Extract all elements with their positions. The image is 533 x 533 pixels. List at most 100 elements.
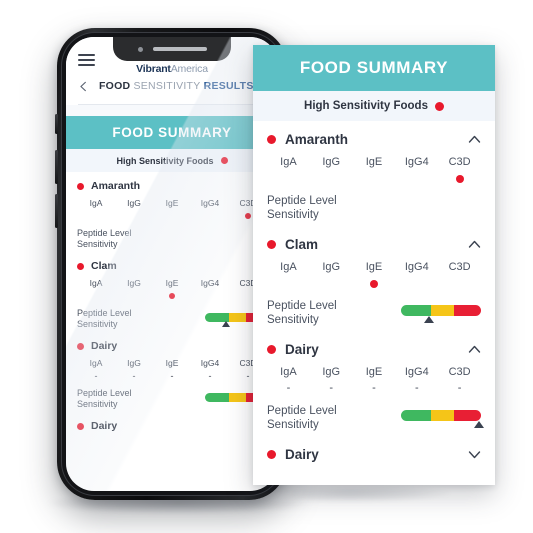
marker-value [395, 277, 438, 290]
red-severity-dot [77, 182, 84, 190]
food-list-phone: Amaranth IgA IgG IgE IgG4 C3D Peptide Level Sen… [66, 172, 278, 433]
food-item: Clam IgA IgG IgE IgG4 C3D Peptide Level Sensiti… [77, 252, 267, 332]
brand-primary: Vibrant [136, 63, 171, 75]
marker-column: IgE - [153, 358, 191, 381]
marker-column: IgA - [77, 358, 115, 381]
marker-label: IgE [365, 156, 383, 168]
marker-label: IgG [322, 261, 341, 273]
gauge-segment-green [401, 304, 432, 316]
marker-column: IgE - [353, 366, 396, 395]
phone-mute-switch[interactable] [55, 114, 58, 134]
marker-value [310, 172, 353, 185]
screenshot-stage: VibrantAmerica FOOD SENSITIVITY RESULTS … [0, 0, 533, 533]
gauge-segment-red [453, 304, 481, 316]
food-item-header[interactable]: Dairy [77, 412, 267, 433]
marker-column: IgG [310, 156, 353, 185]
marker-value [153, 291, 191, 301]
red-severity-dot [77, 262, 84, 270]
breadcrumb-text[interactable]: FOOD SENSITIVITY RESULTS [99, 80, 254, 92]
red-severity-dot [267, 240, 276, 249]
peptide-level-sensitivity-row: Peptide Level Sensitivity [77, 388, 269, 412]
marker-value [395, 172, 438, 185]
marker-label: IgG [322, 366, 341, 378]
marker-column: IgE [353, 156, 396, 185]
hamburger-menu-icon[interactable] [78, 54, 95, 66]
card-subtitle: High Sensitivity Foods [66, 149, 278, 172]
chevron-up-icon[interactable] [468, 343, 481, 356]
marker-column: C3D [438, 156, 481, 185]
phone-volume-up-button[interactable] [55, 150, 58, 184]
marker-value-dash: - [94, 370, 98, 381]
marker-column: IgE [353, 261, 396, 290]
food-item-header[interactable]: Amaranth [77, 172, 267, 193]
food-name: Dairy [91, 340, 118, 352]
red-severity-dot [245, 213, 251, 219]
gauge-segment-yellow [431, 304, 454, 316]
earpiece-speaker-icon [152, 47, 207, 51]
marker-value [191, 291, 229, 301]
overlay-card-subtitle: High Sensitivity Foods [253, 91, 495, 121]
red-severity-dot [77, 422, 84, 430]
marker-column: IgG4 - [191, 358, 229, 381]
marker-label: IgG4 [200, 198, 220, 208]
red-severity-dot [220, 157, 228, 164]
gauge-segment-yellow [228, 392, 246, 402]
food-list-overlay: Amaranth IgA IgG IgE IgG4 C3D Peptide Level Sen… [253, 121, 495, 464]
marker-column: IgG4 - [395, 366, 438, 395]
marker-value: - [153, 371, 191, 381]
marker-label: IgE [365, 261, 383, 273]
marker-row: IgA IgG IgE IgG4 C3D [77, 278, 267, 301]
marker-label: IgE [165, 198, 179, 208]
marker-column: IgE [153, 198, 191, 221]
food-name: Clam [285, 237, 319, 252]
food-item: Clam IgA IgG IgE IgG4 C3D Peptide Level Sensiti… [267, 226, 481, 331]
peptide-level-sensitivity-row: Peptide Level Sensitivity [267, 404, 484, 436]
overlay-card-subtitle-text: High Sensitivity Foods [304, 100, 428, 112]
food-name: Dairy [285, 447, 319, 462]
red-severity-dot [267, 345, 276, 354]
marker-value [153, 211, 191, 221]
marker-value: - [191, 371, 229, 381]
red-severity-dot [77, 342, 84, 350]
marker-column: IgG [115, 198, 153, 221]
breadcrumb-part-1: FOOD [99, 80, 131, 92]
marker-column: IgA [267, 261, 310, 290]
marker-value [77, 291, 115, 301]
marker-row: IgA - IgG - IgE - IgG4 - C3D - [267, 366, 481, 395]
food-item: Dairy [267, 436, 481, 464]
gauge-marker-triangle [424, 315, 434, 323]
chevron-down-icon[interactable] [468, 448, 481, 461]
phone-volume-down-button[interactable] [55, 194, 58, 228]
marker-value-dash: - [208, 370, 212, 381]
peptide-level-sensitivity-label: Peptide Level Sensitivity [267, 300, 337, 326]
marker-value: - [267, 382, 310, 395]
food-item-header[interactable]: Clam [267, 226, 481, 254]
food-item: Amaranth IgA IgG IgE IgG4 C3D Peptide Level Sen… [267, 121, 481, 226]
marker-label: IgG [322, 156, 341, 168]
marker-label: IgE [365, 366, 383, 378]
food-item-header[interactable]: Amaranth [267, 121, 481, 149]
back-chevron-icon[interactable] [78, 81, 89, 92]
food-item-header[interactable]: Dairy [267, 331, 481, 359]
marker-label: IgE [165, 278, 179, 288]
food-item-header[interactable]: Dairy [267, 436, 481, 464]
food-name: Dairy [285, 342, 319, 357]
food-name-group: Amaranth [267, 132, 348, 147]
food-item: Dairy IgA - IgG - IgE - IgG4 - C3D - Peptide Level S… [267, 331, 484, 436]
food-item-header[interactable]: Clam [77, 252, 267, 273]
card-subtitle-text: High Sensitivity Foods [116, 155, 214, 166]
overlay-drop-shadow [250, 484, 450, 502]
breadcrumb-part-3: RESULTS [203, 80, 254, 92]
chevron-up-icon[interactable] [468, 133, 481, 146]
food-item-header[interactable]: Dairy [77, 332, 267, 353]
marker-value [115, 291, 153, 301]
chevron-up-icon[interactable] [468, 238, 481, 251]
marker-value [438, 277, 481, 290]
peptide-level-sensitivity-row: Peptide Level Sensitivity [77, 308, 267, 332]
marker-value-dash: - [372, 382, 376, 394]
marker-column: IgG4 [395, 261, 438, 290]
breadcrumb-part-2: SENSITIVITY [133, 80, 201, 92]
food-name-group: Dairy [77, 340, 117, 352]
marker-value: - [115, 371, 153, 381]
gauge-segment-yellow [431, 409, 454, 421]
